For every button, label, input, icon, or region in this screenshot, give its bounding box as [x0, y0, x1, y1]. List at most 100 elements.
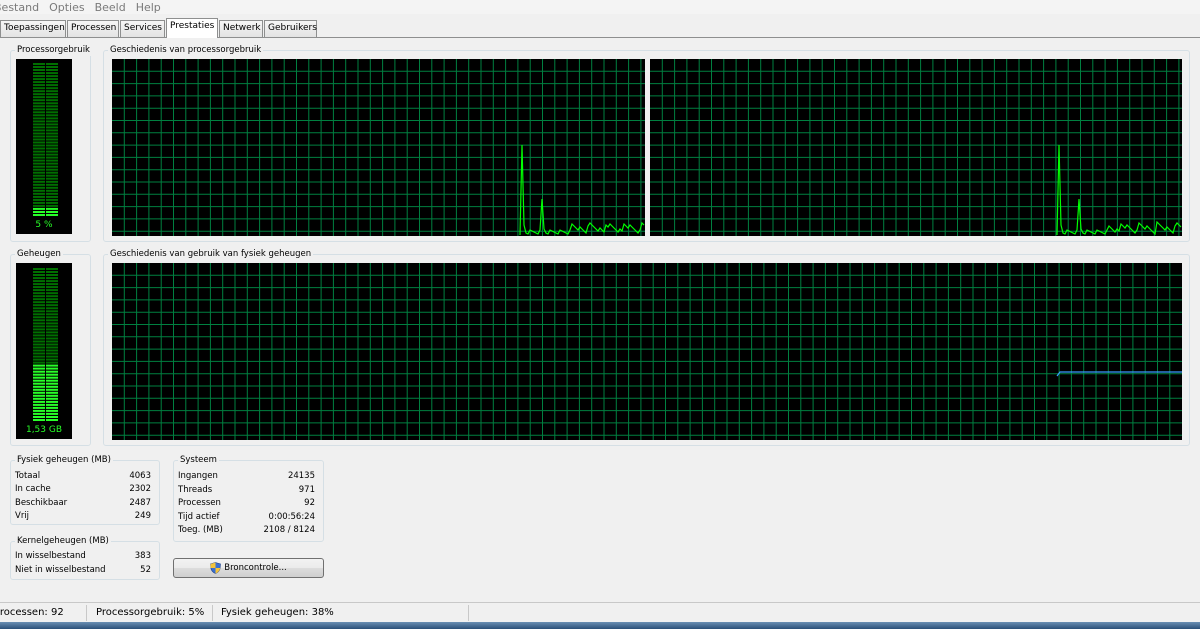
meter-segment	[33, 90, 45, 93]
meter-segment	[46, 105, 58, 108]
memory-history-group: Geschiedenis van gebruik van fysiek gehe…	[103, 249, 1190, 446]
meter-segment	[33, 310, 45, 313]
tab-toepassingen[interactable]: Toepassingen	[0, 20, 66, 37]
meter-segment	[46, 117, 58, 120]
meter-segment	[46, 292, 58, 295]
meter-segment	[46, 144, 58, 147]
meter-segment	[33, 400, 45, 403]
meter-segment	[33, 204, 45, 207]
meter-segment	[46, 352, 58, 355]
meter-segment	[33, 367, 45, 370]
meter-segment	[46, 69, 58, 71]
meter-segment	[33, 358, 45, 361]
meter-segment	[46, 138, 58, 141]
meter-segment	[46, 180, 58, 183]
meter-segment	[33, 271, 45, 273]
stat-value: 52	[140, 565, 151, 575]
stat-label: Niet in wisselbestand	[15, 565, 106, 575]
meter-segment	[33, 343, 45, 346]
meter-segment	[33, 328, 45, 331]
meter-segment	[46, 337, 58, 340]
menu-help[interactable]: Help	[136, 1, 161, 14]
cpu-usage-meter: 5 %	[16, 59, 72, 234]
stat-label: Beschikbaar	[15, 498, 68, 508]
status-cpu: Processorgebruik: 5%	[96, 607, 205, 618]
menu-opties[interactable]: Opties	[49, 1, 85, 14]
tab-netwerk[interactable]: Netwerk	[219, 20, 263, 37]
meter-segment	[46, 177, 58, 180]
status-divider	[468, 605, 469, 621]
meter-segment	[33, 171, 45, 174]
meter-segment	[46, 412, 58, 415]
kernel-memory-title: Kernelgeheugen (MB)	[15, 536, 111, 547]
stat-label: Tijd actief	[178, 512, 220, 522]
meter-segment	[33, 186, 45, 189]
meter-segment	[46, 304, 58, 307]
meter-segment	[33, 364, 45, 367]
meter-segment	[33, 214, 45, 216]
meter-segment	[46, 298, 58, 301]
cpu-history-title: Geschiedenis van processorgebruik	[108, 45, 264, 56]
menu-beeld[interactable]: Beeld	[95, 1, 126, 14]
meter-segment	[46, 108, 58, 111]
meter-segment	[33, 319, 45, 322]
system-title: Systeem	[178, 455, 219, 466]
cpu-usage-title: Processorgebruik	[15, 45, 92, 56]
meter-segment	[46, 81, 58, 84]
cpu-meter-bars	[33, 63, 58, 216]
stat-value: 0:00:56:24	[268, 512, 315, 522]
meter-segment	[46, 406, 58, 409]
stat-row-totaal: Totaal 4063	[15, 470, 151, 483]
meter-segment	[33, 385, 45, 388]
meter-segment	[46, 340, 58, 343]
meter-segment	[33, 289, 45, 292]
tab-prestaties[interactable]: Prestaties	[166, 18, 218, 38]
stat-label: Ingangen	[178, 471, 218, 481]
meter-segment	[33, 382, 45, 385]
meter-segment	[46, 129, 58, 132]
meter-segment	[33, 156, 45, 159]
stat-row-in-cache: In cache 2302	[15, 483, 151, 496]
meter-segment	[33, 307, 45, 310]
meter-segment	[46, 316, 58, 319]
meter-segment	[46, 295, 58, 298]
meter-segment	[33, 397, 45, 400]
meter-segment	[46, 322, 58, 325]
meter-segment	[33, 192, 45, 195]
meter-segment	[33, 337, 45, 340]
meter-segment	[33, 313, 45, 316]
meter-segment	[33, 69, 45, 71]
meter-segment	[46, 310, 58, 313]
meter-segment	[46, 211, 58, 213]
meter-segment	[33, 340, 45, 343]
meter-segment	[33, 96, 45, 99]
meter-segment	[46, 301, 58, 304]
menu-bestand[interactable]: Bestand	[0, 1, 39, 14]
meter-segment	[46, 271, 58, 273]
meter-segment	[33, 126, 45, 129]
meter-segment	[46, 132, 58, 135]
meter-segment	[46, 313, 58, 316]
meter-segment	[46, 141, 58, 144]
meter-segment	[33, 274, 45, 276]
physical-memory-group: Fysiek geheugen (MB) Totaal 4063 In cache…	[10, 455, 160, 525]
meter-segment	[33, 102, 45, 105]
stat-row-toeg: Toeg. (MB) 2108 / 8124	[178, 524, 315, 537]
meter-segment	[33, 174, 45, 177]
stat-value: 2487	[129, 498, 151, 508]
tab-gebruikers[interactable]: Gebruikers	[264, 20, 317, 37]
meter-segment	[46, 419, 58, 421]
meter-segment	[46, 114, 58, 117]
memory-history-title: Geschiedenis van gebruik van fysiek gehe…	[108, 249, 314, 260]
memory-title: Geheugen	[15, 249, 63, 260]
meter-segment	[33, 201, 45, 204]
meter-segment	[33, 301, 45, 304]
meter-segment	[33, 99, 45, 102]
meter-segment	[46, 403, 58, 406]
resource-monitor-button[interactable]: Broncontrole...	[173, 558, 324, 578]
stat-label: Processen	[178, 498, 221, 508]
meter-segment	[46, 84, 58, 87]
tab-processen[interactable]: Processen	[67, 20, 119, 37]
tab-services[interactable]: Services	[120, 20, 165, 37]
meter-segment	[33, 376, 45, 379]
